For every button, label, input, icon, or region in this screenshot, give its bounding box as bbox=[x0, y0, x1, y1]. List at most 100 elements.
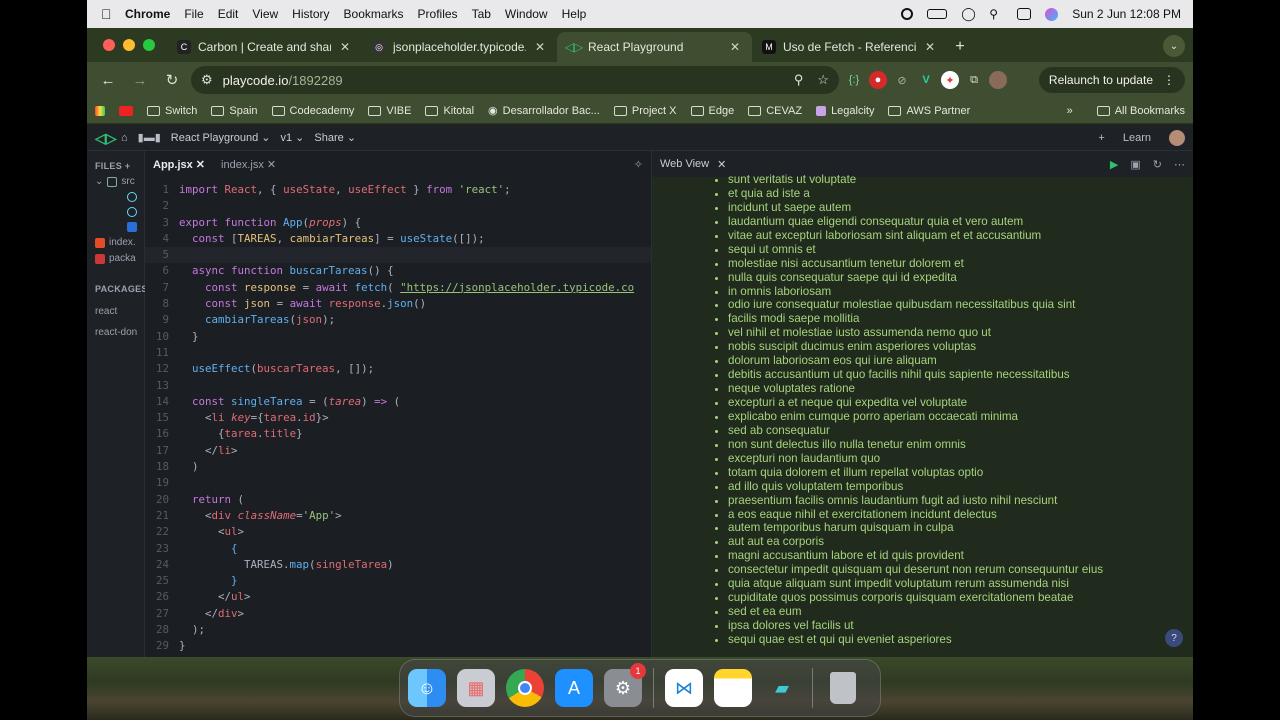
cursor-app-icon[interactable]: ▰ bbox=[763, 669, 801, 707]
user-avatar[interactable] bbox=[1169, 129, 1185, 146]
site-info-icon[interactable]: ⚙ bbox=[201, 72, 213, 88]
bookmark-youtube-icon[interactable] bbox=[119, 105, 133, 116]
close-tab-icon[interactable]: ✕ bbox=[728, 40, 742, 54]
refresh-icon[interactable]: ↻ bbox=[1153, 158, 1162, 171]
close-tab-icon[interactable]: ✕ bbox=[338, 40, 352, 54]
siri-icon[interactable] bbox=[1045, 7, 1059, 21]
bookmark-spain[interactable]: Spain bbox=[211, 105, 258, 117]
tab-jsonplaceholder[interactable]: ◎ jsonplaceholder.typicode.com ✕ bbox=[362, 32, 557, 62]
layout-toggle-icon[interactable]: ▮▬▮ bbox=[138, 131, 161, 144]
menu-view[interactable]: View bbox=[252, 7, 278, 21]
notes-icon[interactable] bbox=[714, 669, 752, 707]
minimize-window-button[interactable] bbox=[123, 39, 135, 51]
apple-icon[interactable]:  bbox=[101, 7, 115, 21]
editor-tab-app-jsx[interactable]: App.jsx ✕ bbox=[153, 158, 205, 171]
console-icon[interactable]: ▣ bbox=[1130, 158, 1140, 171]
help-icon[interactable]: ? bbox=[1165, 629, 1183, 647]
chrome-icon[interactable] bbox=[506, 669, 544, 707]
relaunch-to-update-button[interactable]: Relaunch to update ⋮ bbox=[1038, 67, 1185, 93]
bookmark-codecademy[interactable]: Codecademy bbox=[271, 105, 354, 117]
tab-carbon[interactable]: C Carbon | Create and share be ✕ bbox=[167, 32, 362, 62]
extensions-puzzle-icon[interactable]: ⧉ bbox=[965, 71, 983, 89]
close-tab-icon[interactable]: ✕ bbox=[533, 40, 547, 54]
extension-v-icon[interactable]: V bbox=[917, 71, 935, 89]
clock[interactable]: Sun 2 Jun 12:08 PM bbox=[1072, 7, 1181, 21]
menu-tab[interactable]: Tab bbox=[472, 7, 491, 21]
close-tab-icon[interactable]: ✕ bbox=[267, 159, 276, 171]
kebab-menu-icon[interactable]: ⋮ bbox=[1163, 73, 1175, 87]
new-tab-button[interactable]: + bbox=[947, 38, 973, 62]
tab-mdn-fetch[interactable]: M Uso de Fetch - Referencia de ✕ bbox=[752, 32, 947, 62]
reload-icon[interactable]: ↻ bbox=[159, 67, 185, 93]
close-window-button[interactable] bbox=[103, 39, 115, 51]
wifi-icon[interactable]: ◯ bbox=[961, 7, 976, 20]
menu-history[interactable]: History bbox=[292, 7, 329, 21]
add-file-icon[interactable]: + bbox=[125, 161, 131, 171]
code-editor[interactable]: App.jsx ✕ index.jsx ✕ ✧ 1 import React, {… bbox=[145, 151, 651, 657]
bookmark-cevaz[interactable]: CEVAZ bbox=[748, 105, 802, 117]
control-center-icon[interactable] bbox=[1017, 8, 1032, 20]
editor-tab-index-jsx[interactable]: index.jsx ✕ bbox=[221, 158, 276, 171]
run-icon[interactable]: ▶ bbox=[1110, 158, 1118, 171]
address-bar[interactable]: ⚙ playcode.io/1892289 ⚲ ☆ bbox=[191, 66, 839, 94]
code-content[interactable]: 1 import React, { useState, useEffect } f… bbox=[145, 182, 651, 655]
zoom-window-button[interactable] bbox=[143, 39, 155, 51]
menu-window[interactable]: Window bbox=[505, 7, 548, 21]
profile-avatar-icon[interactable] bbox=[989, 71, 1007, 89]
menu-edit[interactable]: Edit bbox=[218, 7, 239, 21]
bookmark-switch[interactable]: Switch bbox=[147, 105, 197, 117]
bookmark-vibe[interactable]: VIBE bbox=[368, 105, 411, 117]
tab-search-chevron-icon[interactable]: ⌄ bbox=[1163, 35, 1185, 57]
file-css[interactable] bbox=[87, 217, 144, 232]
bookmark-star-icon[interactable]: ☆ bbox=[817, 72, 829, 88]
menu-file[interactable]: File bbox=[184, 7, 203, 21]
close-tab-icon[interactable]: ✕ bbox=[196, 159, 205, 171]
bookmark-desarrollador[interactable]: ◉ Desarrollador Bac... bbox=[488, 104, 600, 118]
all-bookmarks[interactable]: All Bookmarks bbox=[1096, 105, 1185, 117]
menu-app-name[interactable]: Chrome bbox=[125, 7, 170, 21]
launchpad-icon[interactable]: ▦ bbox=[457, 669, 495, 707]
close-web-view-icon[interactable]: ✕ bbox=[717, 158, 726, 171]
trash-icon[interactable] bbox=[824, 669, 862, 707]
package-react[interactable]: react bbox=[87, 294, 144, 317]
file-react-1[interactable] bbox=[87, 187, 144, 202]
playcode-logo-icon[interactable]: ◁▷ bbox=[95, 130, 117, 146]
file-index[interactable]: index. bbox=[87, 232, 144, 248]
more-icon[interactable]: ⋯ bbox=[1174, 158, 1185, 171]
search-icon[interactable]: ⚲ bbox=[989, 8, 1003, 20]
more-bookmarks-chevron-icon[interactable]: » bbox=[1067, 105, 1073, 117]
bookmark-aws-partner[interactable]: AWS Partner bbox=[888, 105, 970, 117]
project-name-dropdown[interactable]: React Playground ⌄ bbox=[171, 131, 271, 144]
extension-circle-icon[interactable]: ⊘ bbox=[893, 71, 911, 89]
extension-code-icon[interactable]: {:} bbox=[845, 71, 863, 89]
app-store-icon[interactable]: A bbox=[555, 669, 593, 707]
bookmark-legalcity[interactable]: Legalcity bbox=[816, 105, 874, 117]
battery-icon[interactable] bbox=[927, 9, 948, 19]
forward-arrow-icon[interactable]: → bbox=[127, 67, 153, 93]
folder-src[interactable]: ⌄ src bbox=[87, 171, 144, 187]
finder-icon[interactable]: ☺ bbox=[408, 669, 446, 707]
ai-sparkle-icon[interactable]: ✧ bbox=[634, 158, 643, 171]
bookmark-kitotal[interactable]: Kitotal bbox=[425, 105, 474, 117]
menu-bookmarks[interactable]: Bookmarks bbox=[344, 7, 404, 21]
file-package[interactable]: packa bbox=[87, 248, 144, 264]
learn-link[interactable]: Learn bbox=[1123, 132, 1151, 144]
zoom-search-icon[interactable]: ⚲ bbox=[794, 72, 804, 88]
record-icon[interactable] bbox=[901, 8, 914, 20]
bookmark-project-x[interactable]: Project X bbox=[613, 105, 677, 117]
bookmark-edge[interactable]: Edge bbox=[690, 105, 734, 117]
add-icon[interactable]: + bbox=[1098, 132, 1104, 144]
back-arrow-icon[interactable]: ← bbox=[95, 67, 121, 93]
extension-compass-icon[interactable]: ✦ bbox=[941, 71, 959, 89]
package-react-dom[interactable]: react-don bbox=[87, 317, 144, 338]
file-react-2[interactable] bbox=[87, 202, 144, 217]
menu-help[interactable]: Help bbox=[562, 7, 587, 21]
close-tab-icon[interactable]: ✕ bbox=[923, 40, 937, 54]
extension-red-icon[interactable]: ● bbox=[869, 71, 887, 89]
system-settings-icon[interactable]: ⚙ 1 bbox=[604, 663, 646, 707]
share-dropdown[interactable]: Share ⌄ bbox=[314, 131, 356, 144]
menu-profiles[interactable]: Profiles bbox=[418, 7, 458, 21]
version-dropdown[interactable]: v1 ⌄ bbox=[281, 131, 305, 144]
vscode-icon[interactable]: ⋈ bbox=[665, 669, 703, 707]
home-icon[interactable]: ⌂ bbox=[121, 132, 128, 144]
